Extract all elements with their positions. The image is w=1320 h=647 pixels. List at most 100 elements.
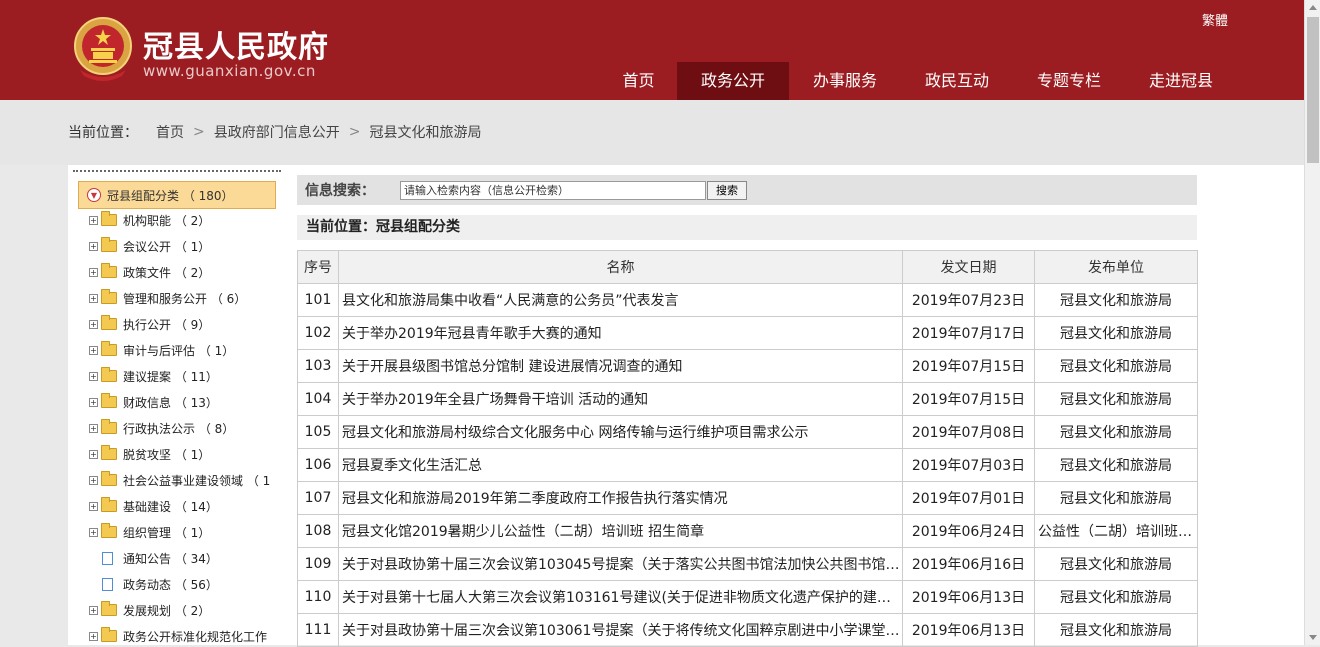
tree-item[interactable]: + 社会公益事业建设领域 （ 1 — [89, 469, 270, 491]
expand-icon[interactable]: + — [89, 501, 98, 511]
document-title-link[interactable]: 关于对县第十七届人大第三次会议第103161号建议(关于促进非物质文化遗产保护的… — [338, 580, 903, 614]
breadcrumb-culture-tourism[interactable]: 冠县文化和旅游局 — [369, 122, 481, 142]
nav-about-county[interactable]: 走进冠县 — [1125, 62, 1237, 100]
tree-item[interactable]: + 财政信息 （ 13） — [89, 391, 218, 413]
table-row[interactable]: 109 关于对县政协第十届三次会议第103045号提案（关于落实公共图书馆法加快公… — [297, 547, 1198, 581]
tree-item[interactable]: + 基础建设 （ 14） — [89, 495, 218, 517]
publish-date: 2019年06月24日 — [902, 514, 1035, 548]
publish-date: 2019年07月08日 — [902, 415, 1035, 449]
tree-item-label: 组织管理 （ 1） — [123, 525, 211, 540]
row-number: 105 — [297, 415, 339, 449]
column-header-unit: 发布单位 — [1034, 250, 1198, 284]
expand-icon[interactable]: + — [89, 267, 98, 277]
tree-item[interactable]: + 发展规划 （ 2） — [89, 599, 210, 621]
document-title-link[interactable]: 关于举办2019年冠县青年歌手大赛的通知 — [338, 316, 903, 350]
tree-item[interactable]: + 建议提案 （ 11） — [89, 365, 218, 387]
expand-icon[interactable]: + — [89, 449, 98, 459]
breadcrumb-dept-info[interactable]: 县政府部门信息公开 — [214, 122, 340, 142]
table-row[interactable]: 103 关于开展县级图书馆总分馆制 建设进展情况调查的通知 2019年07月15日冠… — [297, 349, 1198, 383]
tree-item-label: 建议提案 （ 11） — [123, 369, 218, 384]
folder-icon — [101, 523, 117, 538]
folder-icon — [101, 341, 117, 356]
breadcrumb-separator-icon: > — [193, 124, 205, 140]
expand-icon[interactable]: + — [89, 345, 98, 355]
expand-icon[interactable]: + — [89, 397, 98, 407]
search-label: 信息搜索： — [305, 183, 375, 199]
table-row[interactable]: 106 冠县夏季文化生活汇总 2019年07月03日 冠县文化和旅游局 — [297, 448, 1198, 482]
expand-icon[interactable]: + — [89, 215, 98, 225]
expand-icon[interactable]: + — [89, 293, 98, 303]
expand-icon[interactable]: + — [89, 423, 98, 433]
national-emblem-icon — [74, 17, 132, 81]
tree-item[interactable]: + 会议公开 （ 1） — [89, 235, 210, 257]
traditional-chinese-toggle[interactable]: 繁體 — [1202, 10, 1228, 29]
vertical-scrollbar[interactable] — [1304, 0, 1320, 645]
expand-icon[interactable]: + — [89, 527, 98, 537]
tree-item[interactable]: + 机构职能 （ 2） — [89, 209, 210, 231]
tree-item-label: 管理和服务公开 （ 6） — [123, 291, 247, 306]
document-title-link[interactable]: 关于举办2019年全县广场舞骨干培训 活动的通知 — [338, 382, 903, 416]
document-title-link[interactable]: 县文化和旅游局集中收看“人民满意的公务员”代表发言 — [338, 283, 903, 317]
table-row[interactable]: 102 关于举办2019年冠县青年歌手大赛的通知 2019年07月17日 冠县文化和旅… — [297, 316, 1198, 350]
publishing-unit: 冠县文化和旅游局 — [1034, 415, 1198, 449]
tree-item[interactable]: + 政策文件 （ 2） — [89, 261, 210, 283]
breadcrumb: 当前位置： 首页 > 县政府部门信息公开 > 冠县文化和旅游局 — [68, 122, 481, 142]
table-row[interactable]: 105 冠县文化和旅游局村级综合文化服务中心 网络传输与运行维护项目需求公示 201… — [297, 415, 1198, 449]
table-row[interactable]: 111 关于对县政协第十届三次会议第103061号提案（关于将传统文化国粹京剧进中… — [297, 613, 1198, 647]
row-number: 106 — [297, 448, 339, 482]
expand-icon[interactable]: + — [89, 475, 98, 485]
tree-item[interactable]: 政务动态 （ 56） — [89, 573, 218, 595]
expand-icon[interactable]: + — [89, 605, 98, 615]
nav-services[interactable]: 办事服务 — [789, 62, 901, 100]
tree-item[interactable]: + 组织管理 （ 1） — [89, 521, 210, 543]
publishing-unit: 冠县文化和旅游局 — [1034, 316, 1198, 350]
folder-icon — [101, 211, 117, 226]
publish-date: 2019年06月13日 — [902, 580, 1035, 614]
row-number: 108 — [297, 514, 339, 548]
tree-item-label: 行政执法公示 （ 8） — [123, 421, 235, 436]
row-number: 104 — [297, 382, 339, 416]
publish-date: 2019年06月16日 — [902, 547, 1035, 581]
expand-icon[interactable]: + — [89, 631, 98, 641]
scrollbar-thumb[interactable] — [1307, 17, 1319, 163]
document-title-link[interactable]: 关于对县政协第十届三次会议第103061号提案（关于将传统文化国粹京剧进中小学课… — [338, 613, 903, 647]
expand-icon[interactable]: + — [89, 371, 98, 381]
tree-item[interactable]: + 执行公开 （ 9） — [89, 313, 210, 335]
tree-item[interactable]: + 管理和服务公开 （ 6） — [89, 287, 246, 309]
table-row[interactable]: 101 县文化和旅游局集中收看“人民满意的公务员”代表发言 2019年07月23日冠… — [297, 283, 1198, 317]
document-title-link[interactable]: 冠县文化馆2019暑期少儿公益性（二胡）培训班 招生简章 — [338, 514, 903, 548]
divider — [73, 170, 281, 172]
scroll-down-icon[interactable] — [1309, 635, 1317, 640]
document-title-link[interactable]: 冠县夏季文化生活汇总 — [338, 448, 903, 482]
table-row[interactable]: 110 关于对县第十七届人大第三次会议第103161号建议(关于促进非物质文化遗产… — [297, 580, 1198, 614]
document-title-link[interactable]: 冠县文化和旅游局2019年第二季度政府工作报告执行落实情况 — [338, 481, 903, 515]
tree-item[interactable]: + 行政执法公示 （ 8） — [89, 417, 234, 439]
nav-home[interactable]: 首页 — [600, 62, 677, 100]
site-title: 冠县人民政府 — [143, 30, 329, 65]
table-row[interactable]: 108 冠县文化馆2019暑期少儿公益性（二胡）培训班 招生简章 2019年06月2… — [297, 514, 1198, 548]
nav-government-affairs[interactable]: 政务公开 — [677, 62, 789, 100]
tree-item[interactable]: 通知公告 （ 34） — [89, 547, 218, 569]
folder-icon — [101, 419, 117, 434]
folder-icon — [101, 497, 117, 512]
tree-item[interactable]: + 审计与后评估 （ 1） — [89, 339, 234, 361]
search-button[interactable]: 搜索 — [707, 180, 747, 200]
nav-special-topics[interactable]: 专题专栏 — [1013, 62, 1125, 100]
table-row[interactable]: 104 关于举办2019年全县广场舞骨干培训 活动的通知 2019年07月15日 冠县… — [297, 382, 1198, 416]
nav-interaction[interactable]: 政民互动 — [901, 62, 1013, 100]
publishing-unit: 冠县文化和旅游局 — [1034, 283, 1198, 317]
expand-icon[interactable]: + — [89, 319, 98, 329]
scroll-up-icon[interactable] — [1309, 5, 1317, 10]
tree-item[interactable]: + 脱贫攻坚 （ 1） — [89, 443, 210, 465]
document-title-link[interactable]: 关于对县政协第十届三次会议第103045号提案（关于落实公共图书馆法加快公共图书… — [338, 547, 903, 581]
tree-item-label: 政务公开标准化规范化工作 — [123, 629, 268, 644]
search-input[interactable] — [400, 180, 706, 200]
document-title-link[interactable]: 关于开展县级图书馆总分馆制 建设进展情况调查的通知 — [338, 349, 903, 383]
expand-icon[interactable]: + — [89, 241, 98, 251]
tree-item[interactable]: + 政务公开标准化规范化工作 — [89, 625, 267, 647]
document-title-link[interactable]: 冠县文化和旅游局村级综合文化服务中心 网络传输与运行维护项目需求公示 — [338, 415, 903, 449]
tree-root[interactable]: ▼ 冠县组配分类 （ 180） — [78, 181, 276, 209]
breadcrumb-home[interactable]: 首页 — [156, 122, 184, 142]
table-row[interactable]: 107 冠县文化和旅游局2019年第二季度政府工作报告执行落实情况 2019年07月… — [297, 481, 1198, 515]
collapse-icon[interactable]: ▼ — [87, 188, 101, 202]
